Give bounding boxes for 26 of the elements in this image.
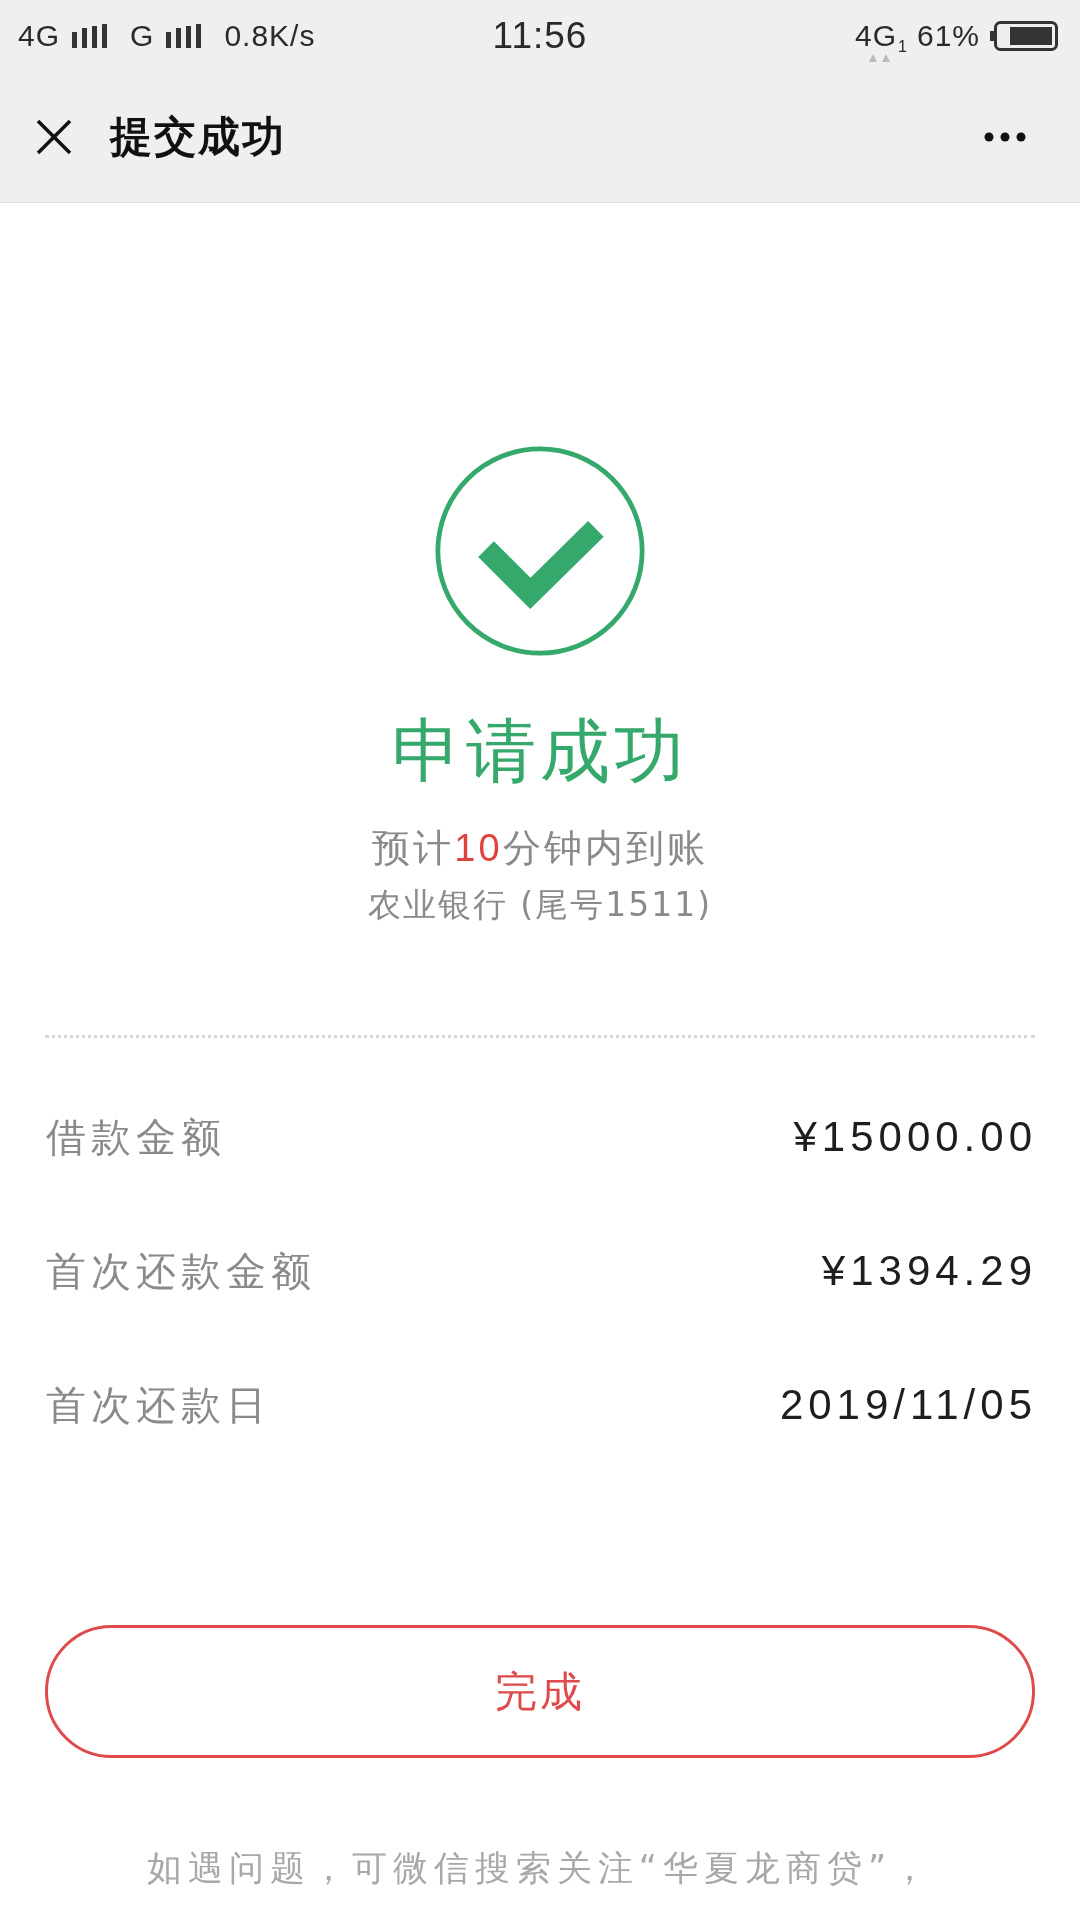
detail-value: 2019/11/05 [779,1380,1037,1430]
result-title: 申请成功 [392,709,688,793]
network-type-text: 4G [855,19,898,52]
detail-label: 首次还款金额 [46,1247,316,1296]
detail-label: 借款金额 [46,1113,226,1162]
battery-percent-text: 61% [916,18,980,54]
done-button[interactable]: 完成 [45,1625,1035,1758]
bank-account-text: 农业银行 (尾号1511) [367,884,713,926]
close-icon[interactable] [36,119,72,155]
signal-icon [166,24,203,48]
detail-value: ¥1394.29 [821,1246,1037,1296]
data-arrows-icon [869,54,891,62]
clock-text: 11:56 [492,14,588,58]
detail-label: 首次还款日 [46,1381,271,1430]
battery-icon [990,21,1058,51]
arrival-estimate-text: 预计10分钟内到账 [372,825,708,872]
page-title: 提交成功 [110,111,286,163]
more-menu-icon[interactable] [984,132,1026,142]
network-type-text: 4G [18,18,61,54]
detail-value: ¥15000.00 [793,1112,1037,1162]
sim-slot-text: 1 [898,38,907,56]
network-type-text: G [130,18,155,54]
success-check-icon [434,445,646,657]
signal-icon [72,24,109,48]
help-note-text: 如遇问题，可微信搜索关注“华夏龙商贷”， [146,1847,934,1890]
network-speed-text: 0.8K/s [224,18,316,54]
